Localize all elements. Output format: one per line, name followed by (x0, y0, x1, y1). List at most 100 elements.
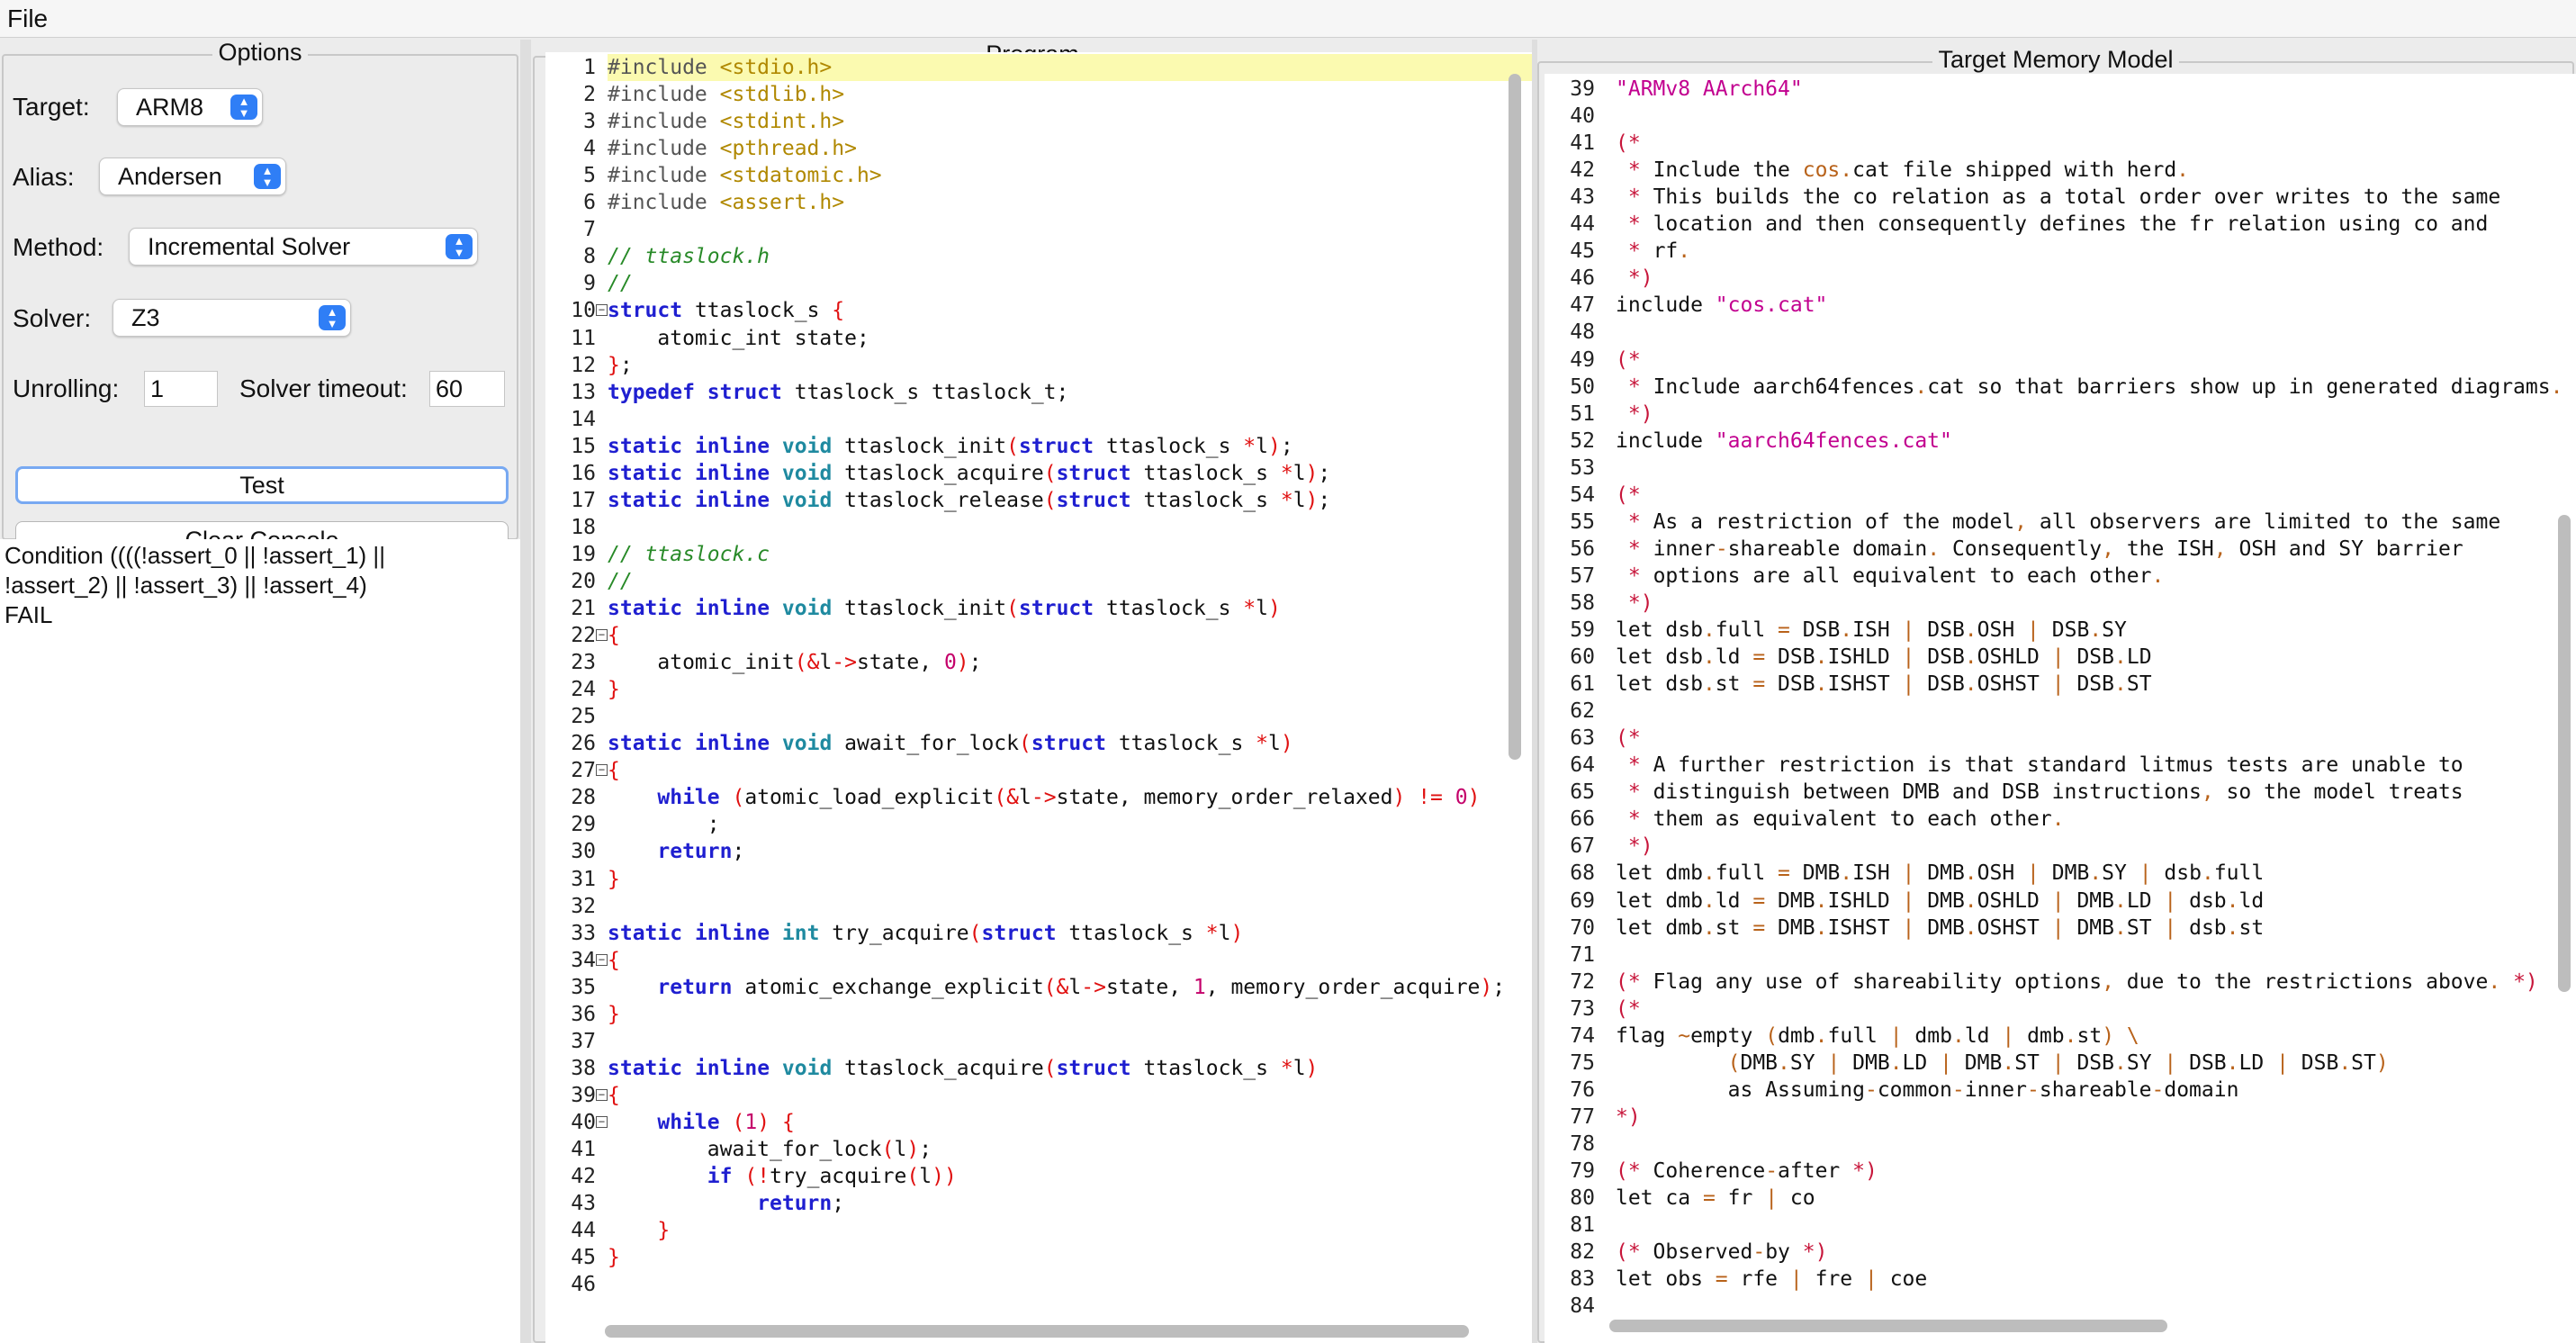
code-line: while (1) { (657, 1110, 795, 1134)
line-number: 12 (571, 353, 596, 377)
code-line: typedef struct ttaslock_s ttaslock_t; (608, 380, 1069, 404)
code-line: atomic_init(&l->state, 0); (608, 651, 982, 675)
solver-select[interactable]: Z3 ▲ ▼ (113, 299, 351, 337)
line-number: 29 (571, 813, 596, 837)
program-editor[interactable]: 1 2 3 4 5 6 7 8 9 10 11 12 13 14 15 16 17 18 19 20 21 22 23 24 2… (545, 52, 1532, 1343)
line-number: 15 (571, 434, 596, 458)
method-select[interactable]: Incremental Solver ▲ ▼ (129, 228, 478, 266)
code-line: * inner-shareable domain. Consequently, … (1627, 536, 2463, 561)
code-line: (* (1616, 347, 1641, 372)
line-number: 40 (1570, 104, 1595, 129)
code-line: }; (608, 353, 633, 377)
method-label: Method: (13, 233, 104, 261)
memory-model-vertical-scrollbar[interactable] (2558, 515, 2571, 992)
options-title: Options (212, 39, 308, 66)
test-button[interactable]: Test (15, 466, 509, 504)
code-line: struct ttaslock_s { (608, 299, 845, 323)
fold-toggle-icon[interactable]: − (596, 304, 608, 317)
line-number: 36 (571, 1002, 596, 1026)
line-number: 46 (571, 1273, 596, 1297)
code-line: (* Observed-by *) (1616, 1240, 1828, 1265)
line-number: 65 (1570, 780, 1595, 805)
console-line: !assert_2) || !assert_3) || !assert_4) (5, 572, 367, 599)
line-number: 41 (1570, 131, 1595, 156)
program-panel: Program 12345678910111213141516171819202… (531, 40, 1532, 1343)
code-line: * A further restriction is that standard… (1627, 753, 2463, 778)
line-number: 81 (1570, 1213, 1595, 1238)
line-number: 13 (571, 380, 596, 404)
line-number: 44 (571, 1219, 596, 1243)
code-line: return; (657, 840, 745, 864)
line-number: 79 (1570, 1159, 1595, 1183)
line-number-gutter: 39 40 41 42 43 44 45 46 47 48 49 50 51 52 53 54 55 56 57 58… (1545, 74, 1608, 1343)
code-line: { (608, 1083, 620, 1107)
code-line: * location and then consequently defines… (1627, 212, 2489, 237)
line-number: 45 (1570, 239, 1595, 264)
line-number: 27 (571, 759, 596, 783)
line-number: 31 (571, 867, 596, 891)
program-horizontal-scrollbar[interactable] (605, 1325, 1469, 1338)
code-line: // ttaslock.c (608, 542, 770, 566)
line-number: 73 (1570, 996, 1595, 1021)
line-number: 9 (583, 272, 596, 296)
memory-model-horizontal-scrollbar[interactable] (1609, 1320, 2167, 1332)
line-number: 62 (1570, 699, 1595, 724)
code-line: static inline void ttaslock_init(struct … (608, 597, 1281, 620)
line-number: 18 (571, 515, 596, 539)
line-number: 8 (583, 245, 596, 269)
code-line: static inline void ttaslock_acquire(stru… (608, 461, 1331, 485)
line-number: 3 (583, 110, 596, 134)
memory-model-code[interactable]: "ARMv8 AArch64" (* * Include the cos.cat … (1616, 74, 2576, 1343)
code-line: flag ~empty (dmb.full | dmb.ld | dmb.st)… (1616, 1023, 2139, 1048)
split-divider[interactable] (520, 40, 531, 1343)
line-number: 10 (571, 299, 596, 323)
code-line: let dsb.full = DSB.ISH | DSB.OSH | DSB.S… (1616, 618, 2127, 642)
memory-model-editor[interactable]: 39 40 41 42 43 44 45 46 47 48 49 50 51 52 53 54 55 56 57 58… (1545, 74, 2576, 1343)
line-number: 49 (1570, 347, 1595, 372)
code-line: let dsb.st = DSB.ISHST | DSB.OSHST | DSB… (1616, 672, 2152, 697)
code-line: (* (1616, 131, 1641, 156)
unrolling-field[interactable]: 1 (144, 371, 218, 407)
code-line: static inline int try_acquire(struct tta… (608, 921, 1244, 945)
fold-toggle-icon[interactable]: − (596, 1088, 608, 1101)
target-select[interactable]: ARM8 ▲ ▼ (117, 88, 263, 126)
fold-toggle-icon[interactable]: − (596, 629, 608, 642)
fold-toggle-icon[interactable]: − (596, 764, 608, 777)
program-vertical-scrollbar[interactable] (1509, 74, 1521, 760)
line-number: 7 (583, 218, 596, 242)
line-number: 54 (1570, 482, 1595, 507)
code-line: let dsb.ld = DSB.ISHLD | DSB.OSHLD | DSB… (1616, 645, 2152, 670)
line-number: 1 (583, 56, 596, 79)
alias-select[interactable]: Andersen ▲ ▼ (99, 158, 286, 195)
code-line: (* Coherence-after *) (1616, 1159, 1878, 1183)
fold-toggle-icon[interactable]: − (596, 1115, 608, 1128)
program-code[interactable]: #include <stdio.h> #include <stdlib.h> #in… (608, 52, 1532, 1343)
code-line: include "cos.cat" (1616, 293, 1828, 318)
line-number: 17 (571, 488, 596, 512)
line-number: 16 (571, 461, 596, 485)
fold-toggle-icon[interactable]: − (596, 953, 608, 966)
line-number: 58 (1570, 590, 1595, 615)
chevron-updown-icon: ▲ ▼ (254, 164, 281, 189)
code-line: } (608, 1246, 620, 1270)
solver-value: Z3 (131, 304, 160, 331)
code-line: * This builds the co relation as a total… (1627, 185, 2501, 210)
code-line: #include <assert.h> (608, 191, 845, 215)
timeout-label: Solver timeout: (239, 374, 408, 402)
line-number: 83 (1570, 1267, 1595, 1292)
line-number: 37 (571, 1029, 596, 1053)
console-line: Condition ((((!assert_0 || !assert_1) || (5, 542, 385, 569)
menu-file[interactable]: File (7, 5, 48, 33)
code-line: let dmb.st = DMB.ISHST | DMB.OSHST | DMB… (1616, 915, 2265, 940)
timeout-field[interactable]: 60 (429, 371, 505, 407)
line-number: 20 (571, 569, 596, 593)
line-number: 61 (1570, 672, 1595, 697)
